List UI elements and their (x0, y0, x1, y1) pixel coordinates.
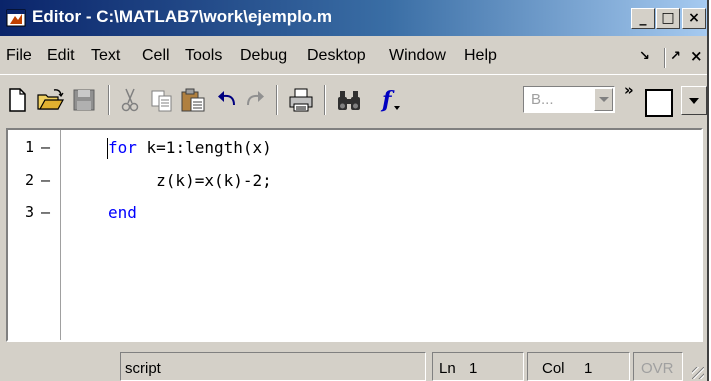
menu-cell[interactable]: Cell (142, 47, 170, 65)
maximize-button[interactable]: □ (656, 8, 680, 29)
code-text: k=1:length(x) (136, 138, 272, 157)
toolbar-separator (324, 85, 326, 115)
status-ln-label: Ln (439, 360, 456, 377)
maximize-arrow-icon[interactable]: ↗ (670, 49, 681, 64)
toolbar: f B... » (0, 75, 707, 125)
toolbar-separator (276, 85, 278, 115)
undock-icon[interactable]: ↘ (639, 49, 650, 64)
save-icon[interactable] (72, 87, 96, 113)
menu-file[interactable]: File (6, 47, 32, 65)
stack-combo[interactable]: B... (523, 86, 615, 113)
open-folder-icon[interactable] (36, 87, 64, 113)
paste-icon[interactable] (180, 87, 206, 113)
keyword: end (108, 203, 137, 222)
status-ovr: OVR (641, 360, 674, 377)
menu-tools[interactable]: Tools (185, 47, 222, 65)
print-icon[interactable] (288, 87, 314, 113)
code-line[interactable]: z(k)=x(k)-2; (108, 171, 272, 190)
menu-window[interactable]: Window (389, 47, 446, 65)
find-icon[interactable] (336, 87, 362, 113)
keyword: for (108, 138, 137, 157)
undo-icon[interactable] (214, 87, 238, 113)
toolbar-overflow-icon[interactable]: » (624, 81, 634, 99)
menu-debug[interactable]: Debug (240, 47, 287, 65)
status-line-field: Ln 1 (432, 352, 524, 381)
status-mode: script (125, 360, 161, 377)
status-col-label: Col (542, 360, 565, 377)
status-col-value: 1 (584, 360, 593, 377)
chevron-down-icon[interactable] (594, 88, 613, 111)
status-bar: script Ln 1 Col 1 OVR (0, 344, 707, 381)
window-title: Editor - C:\MATLAB7\work\ejemplo.m (32, 7, 333, 26)
line-number-gutter: 1 – 2 – 3 – (8, 130, 61, 340)
matlab-editor-icon (6, 9, 26, 27)
stack-combo-value: B... (531, 91, 554, 108)
line-number: 1 (24, 138, 34, 156)
toolbar-separator (108, 85, 110, 115)
cell-mode-button[interactable] (645, 89, 673, 117)
menu-text[interactable]: Text (91, 47, 120, 65)
new-file-icon[interactable] (7, 87, 27, 113)
code-line[interactable]: end (108, 203, 137, 222)
cut-icon[interactable] (120, 87, 140, 113)
line-number: 2 (24, 171, 34, 189)
redo-icon[interactable] (244, 87, 268, 113)
code-text: z(k)=x(k)-2; (108, 171, 272, 190)
breakpoint-marker[interactable]: – (41, 203, 50, 221)
status-ln-value: 1 (469, 360, 478, 377)
minimize-button[interactable]: _ (631, 8, 655, 29)
cell-dropdown-button[interactable] (681, 86, 707, 115)
menu-bar: File Edit Text Cell Tools Debug Desktop … (0, 36, 707, 75)
menu-edit[interactable]: Edit (47, 47, 75, 65)
menu-desktop[interactable]: Desktop (307, 47, 366, 65)
breakpoint-marker[interactable]: – (41, 171, 50, 189)
close-button[interactable]: × (682, 8, 706, 29)
status-ovr-field: OVR (633, 352, 683, 381)
title-bar[interactable]: Editor - C:\MATLAB7\work\ejemplo.m _ □ × (0, 0, 707, 36)
status-col-field: Col 1 (527, 352, 630, 381)
breakpoint-marker[interactable]: – (41, 138, 50, 156)
menu-separator (664, 48, 666, 68)
menu-help[interactable]: Help (464, 47, 497, 65)
code-editor[interactable]: 1 – 2 – 3 – for k=1:length(x) z(k)=x(k)-… (6, 128, 703, 342)
function-icon[interactable]: f (370, 87, 404, 113)
status-mode-field: script (120, 352, 426, 381)
line-number: 3 (24, 203, 34, 221)
copy-icon[interactable] (150, 87, 174, 113)
close-x-icon[interactable]: × (690, 47, 703, 65)
svg-text:f: f (380, 87, 395, 113)
resize-grip-icon[interactable] (692, 367, 704, 379)
code-line[interactable]: for k=1:length(x) (108, 138, 272, 157)
editor-window: Editor - C:\MATLAB7\work\ejemplo.m _ □ ×… (0, 0, 709, 381)
